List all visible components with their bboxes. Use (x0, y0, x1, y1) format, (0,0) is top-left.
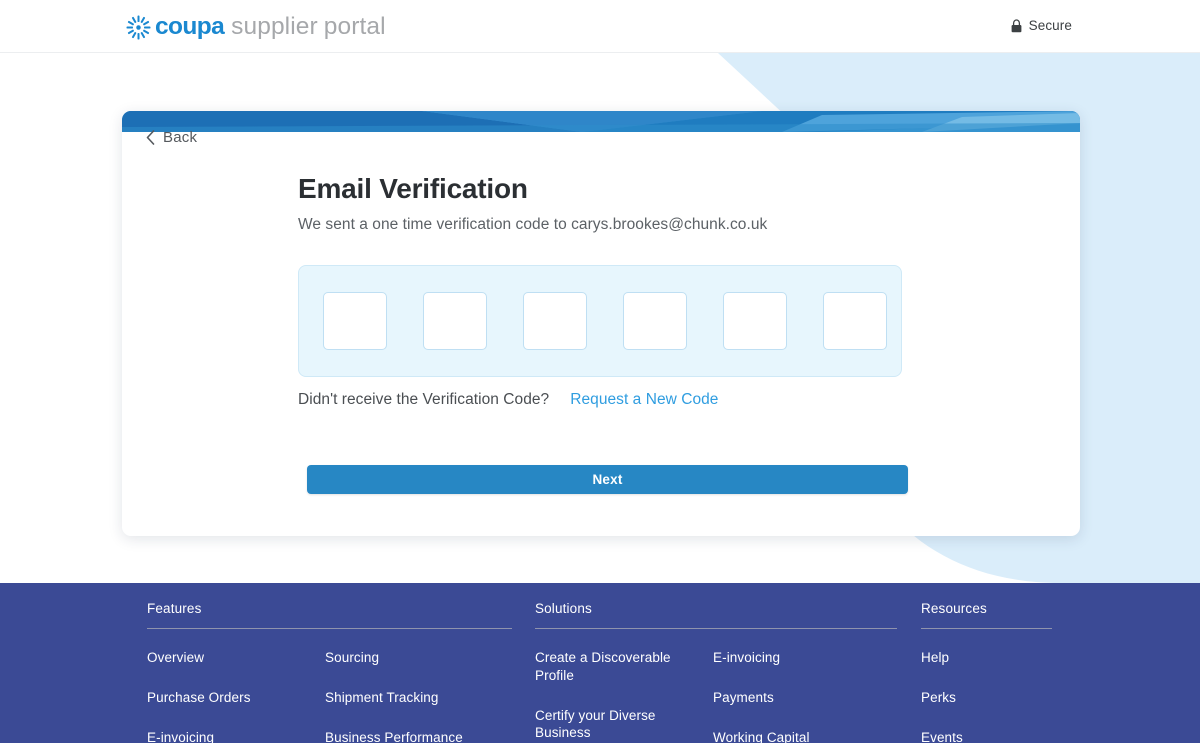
otp-digit-3[interactable] (523, 292, 587, 350)
footer-column-solutions: Solutions Create a Discoverable Profile … (535, 601, 897, 743)
footer-divider-resources (921, 628, 1052, 629)
site-header: coupa supplier portal Secure (0, 0, 1200, 53)
footer-column-resources: Resources Help Perks Events (921, 601, 1052, 743)
footer-link-help[interactable]: Help (921, 649, 1052, 667)
otp-digit-2[interactable] (423, 292, 487, 350)
footer-link-e-invoicing[interactable]: E-invoicing (147, 729, 297, 743)
chevron-left-icon (146, 130, 155, 145)
back-button[interactable]: Back (146, 129, 197, 146)
otp-digit-1[interactable] (323, 292, 387, 350)
request-new-code-link[interactable]: Request a New Code (570, 391, 718, 409)
resend-row: Didn't receive the Verification Code? Re… (298, 391, 718, 409)
footer-heading-solutions: Solutions (535, 601, 592, 616)
footer-heading-features: Features (147, 601, 202, 616)
footer-link-overview[interactable]: Overview (147, 649, 297, 667)
footer-list-features-b: Sourcing Shipment Tracking Business Perf… (325, 649, 505, 743)
footer-list-solutions-a: Create a Discoverable Profile Certify yo… (535, 649, 713, 743)
footer-link-working-capital[interactable]: Working Capital (713, 729, 863, 743)
page-root: coupa supplier portal Secure Back Email … (0, 0, 1200, 743)
footer-link-payments[interactable]: Payments (713, 689, 863, 707)
footer-link-sourcing[interactable]: Sourcing (325, 649, 475, 667)
page-title: Email Verification (298, 173, 528, 204)
secure-indicator: Secure (1011, 18, 1072, 33)
logo-portal-text: portal (323, 12, 386, 40)
footer-link-purchase-orders[interactable]: Purchase Orders (147, 689, 297, 707)
footer-list-features-a: Overview Purchase Orders E-invoicing (147, 649, 325, 743)
footer-list-solutions-b: E-invoicing Payments Working Capital (713, 649, 893, 743)
footer-link-certify-diverse-business[interactable]: Certify your Diverse Business (535, 707, 685, 743)
footer-link-perks[interactable]: Perks (921, 689, 1052, 707)
footer-link-solutions-e-invoicing[interactable]: E-invoicing (713, 649, 863, 667)
footer-divider-features (147, 628, 512, 629)
logo-brand-text: coupa (155, 12, 225, 40)
footer-divider-solutions (535, 628, 897, 629)
otp-digit-6[interactable] (823, 292, 887, 350)
coupa-supplier-portal-logo[interactable]: coupa supplier portal (126, 12, 386, 42)
secure-label: Secure (1028, 18, 1072, 33)
footer-link-shipment-tracking[interactable]: Shipment Tracking (325, 689, 475, 707)
back-label: Back (163, 129, 198, 146)
logo-supplier-text: supplier (231, 12, 318, 40)
lock-icon (1011, 18, 1022, 32)
logo-wordmark: coupa supplier portal (155, 12, 386, 40)
footer-column-features: Features Overview Purchase Orders E-invo… (147, 601, 512, 743)
otp-digit-4[interactable] (623, 292, 687, 350)
otp-digit-5[interactable] (723, 292, 787, 350)
footer-list-resources-a: Help Perks Events (921, 649, 1052, 743)
page-subtitle: We sent a one time verification code to … (298, 216, 768, 233)
otp-input-group (298, 265, 902, 377)
footer-link-business-performance[interactable]: Business Performance (325, 729, 475, 743)
verification-card: Back Email Verification We sent a one ti… (122, 111, 1080, 536)
footer-link-events[interactable]: Events (921, 729, 1052, 743)
site-footer: Features Overview Purchase Orders E-invo… (0, 583, 1200, 743)
coupa-starburst-icon (126, 15, 151, 39)
resend-question: Didn't receive the Verification Code? (298, 391, 550, 408)
footer-link-discoverable-profile[interactable]: Create a Discoverable Profile (535, 649, 685, 685)
card-banner-graphic (122, 111, 1080, 132)
next-button[interactable]: Next (307, 465, 908, 494)
footer-heading-resources: Resources (921, 601, 987, 616)
